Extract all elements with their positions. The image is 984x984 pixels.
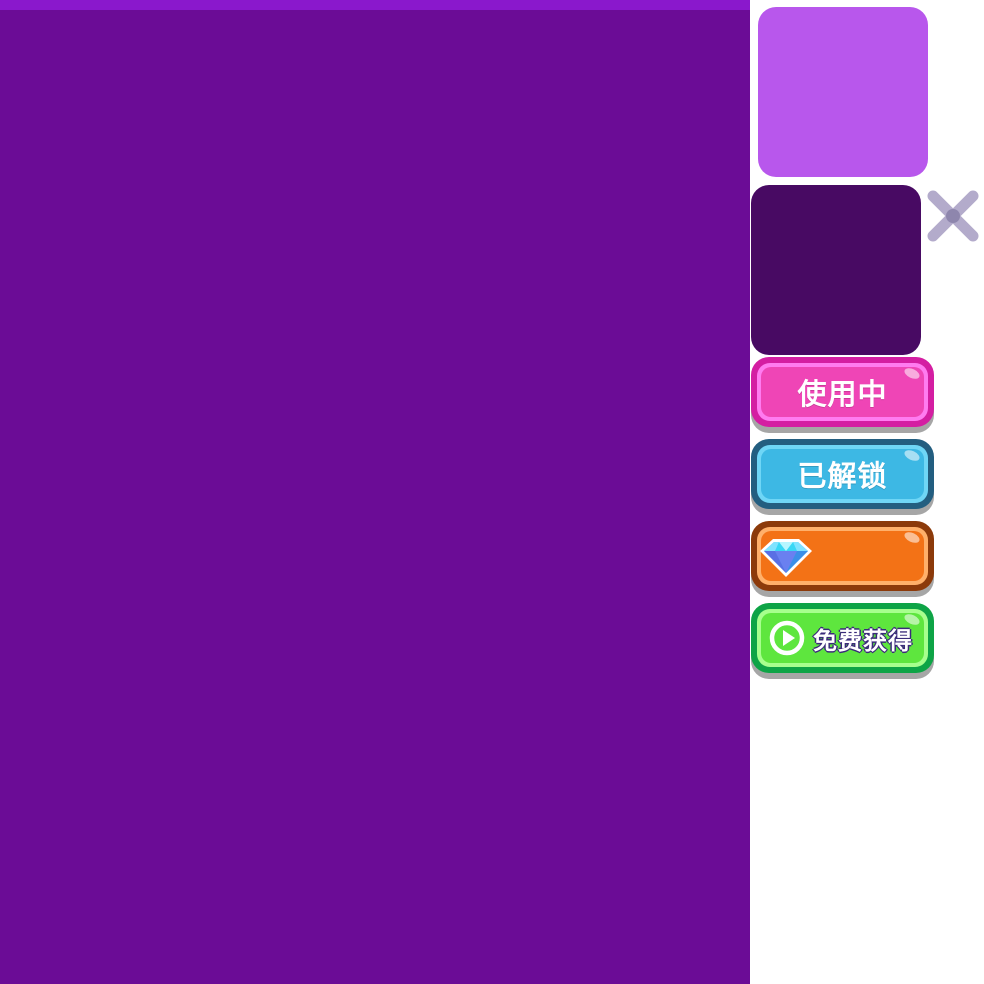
light-purple-swatch[interactable] xyxy=(758,7,928,177)
button-face: 使用中 xyxy=(761,367,924,417)
unlocked-button[interactable]: 已解锁 xyxy=(751,439,934,515)
preview-panel xyxy=(0,0,750,984)
in-use-button[interactable]: 使用中 xyxy=(751,357,934,433)
preview-panel-top-bar xyxy=(0,0,750,10)
button-face: 已解锁 xyxy=(761,449,924,499)
unlocked-label: 已解锁 xyxy=(797,459,888,493)
button-face: 免费获得 xyxy=(761,613,924,663)
play-circle-icon xyxy=(769,620,805,656)
close-icon[interactable] xyxy=(923,186,983,246)
diamond-icon xyxy=(759,537,813,579)
dark-purple-swatch[interactable] xyxy=(751,185,921,355)
diamond-purchase-button[interactable] xyxy=(751,521,934,597)
in-use-label: 使用中 xyxy=(797,377,888,411)
free-get-label: 免费获得 xyxy=(813,626,913,655)
game-screen: 使用中 已解锁 免费获得 xyxy=(0,0,984,984)
free-get-button[interactable]: 免费获得 xyxy=(751,603,934,679)
